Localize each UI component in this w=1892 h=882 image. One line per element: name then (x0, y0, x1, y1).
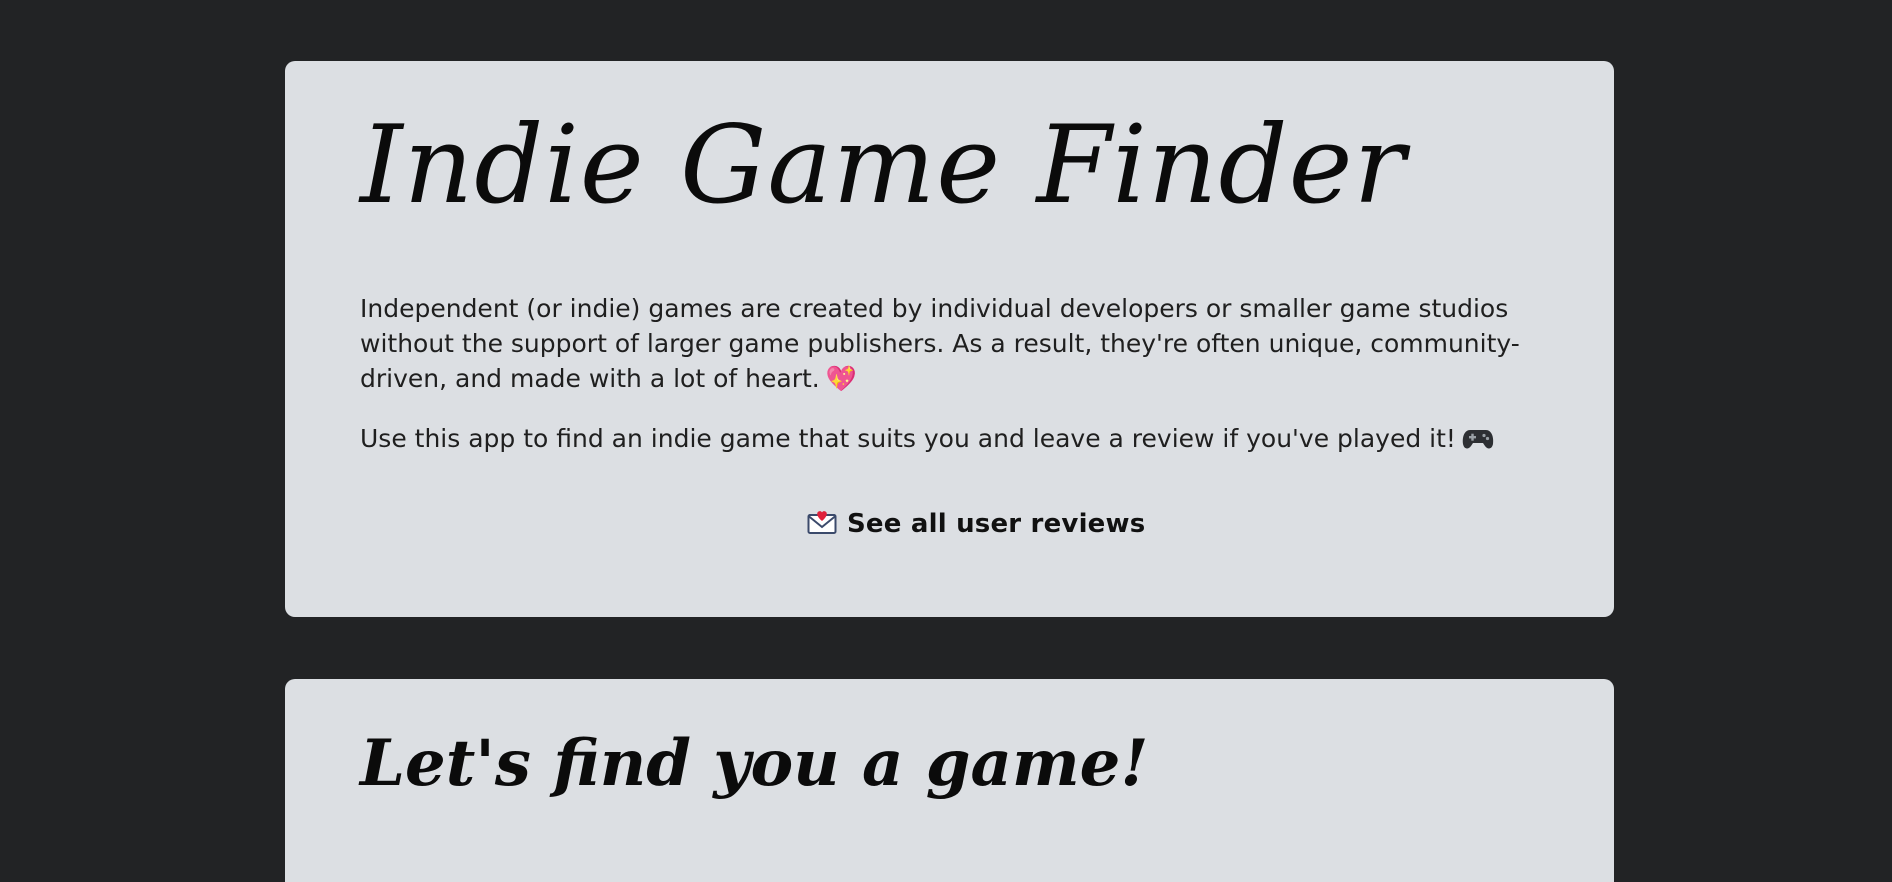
intro-paragraph-1-text: Independent (or indie) games are created… (360, 294, 1520, 393)
finder-card: Let's find you a game! (285, 679, 1614, 882)
page-title: Indie Game Finder (360, 103, 1407, 228)
intro-paragraph-1: Independent (or indie) games are created… (360, 291, 1520, 396)
page: Indie Game Finder Independent (or indie)… (0, 0, 1892, 882)
section-title: Let's find you a game! (360, 726, 1149, 801)
intro-card: Indie Game Finder Independent (or indie)… (285, 61, 1614, 617)
love-letter-icon (807, 507, 837, 540)
see-all-reviews-link[interactable]: See all user reviews (807, 507, 1145, 540)
sparkling-heart-icon: 💖 (825, 364, 857, 393)
gamepad-icon (1462, 421, 1494, 456)
intro-paragraph-2: Use this app to find an indie game that … (360, 421, 1520, 456)
intro-paragraph-2-text: Use this app to find an indie game that … (360, 424, 1456, 453)
see-all-reviews-label: See all user reviews (847, 508, 1146, 539)
